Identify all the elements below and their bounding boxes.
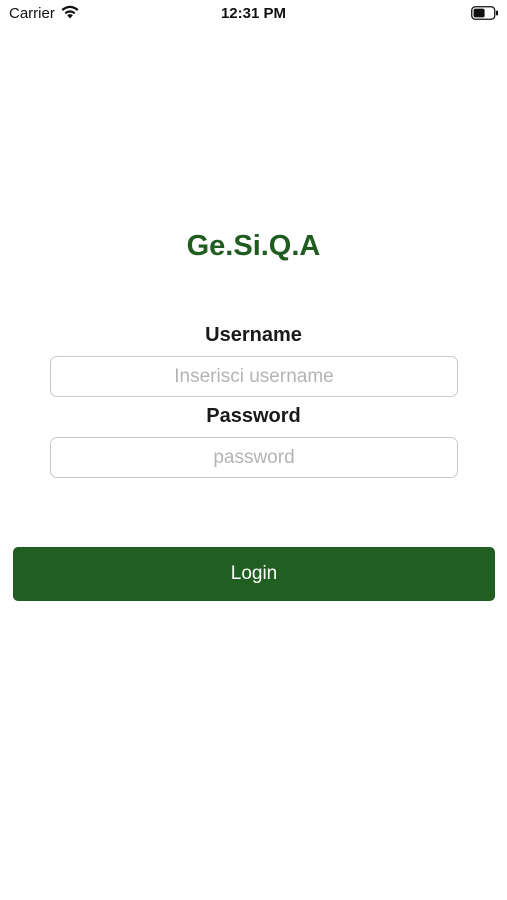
clock: 12:31 PM: [220, 5, 287, 22]
login-screen: Carrier 12:31 PM Ge.Si.Q.A Username Pass…: [0, 0, 507, 900]
status-bar: Carrier 12:31 PM: [0, 0, 507, 28]
username-input[interactable]: [50, 356, 458, 397]
password-input[interactable]: [50, 437, 458, 478]
login-button[interactable]: Login: [13, 547, 495, 601]
username-label: Username: [205, 324, 302, 346]
app-title: Ge.Si.Q.A: [186, 230, 321, 262]
battery-icon: [471, 6, 499, 20]
password-label: Password: [206, 405, 301, 427]
